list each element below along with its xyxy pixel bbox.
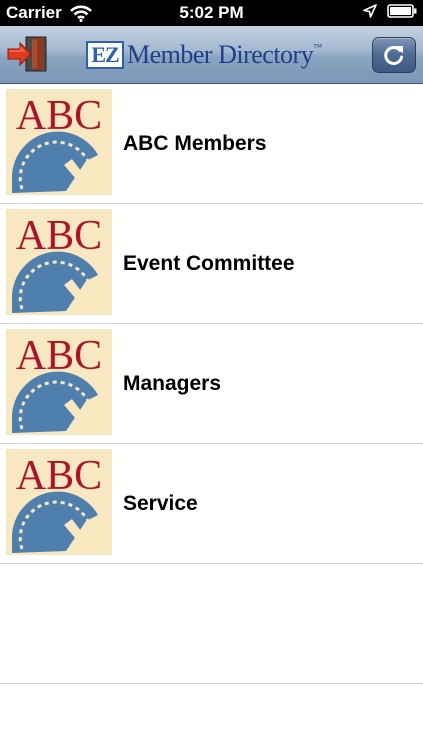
group-list: ABC ABC Members ABC Event Committee ABC … xyxy=(0,84,423,684)
list-item[interactable]: ABC Managers xyxy=(0,324,423,444)
status-time: 5:02 PM xyxy=(179,3,244,22)
list-item-label: Event Committee xyxy=(123,251,295,275)
status-bar: Carrier 5:02 PM xyxy=(0,0,423,26)
list-item[interactable]: ABC ABC Members xyxy=(0,84,423,204)
ez-logo-box: EZ xyxy=(86,41,124,69)
location-icon xyxy=(363,4,377,18)
app-title-text: Member Directory xyxy=(127,40,314,69)
refresh-button[interactable] xyxy=(372,37,416,73)
abc-logo-thumbnail: ABC xyxy=(6,209,112,315)
status-right xyxy=(363,4,417,18)
trademark-mark: ™ xyxy=(313,42,322,52)
abc-logo-thumbnail: ABC xyxy=(6,329,112,435)
navigation-bar: EZ Member Directory™ xyxy=(0,26,423,84)
empty-row xyxy=(0,564,423,684)
exit-button[interactable] xyxy=(6,34,48,74)
app-title: Member Directory™ xyxy=(127,40,322,70)
app-logo: EZ Member Directory™ xyxy=(86,38,322,72)
list-item[interactable]: ABC Service xyxy=(0,444,423,564)
list-item-label: Service xyxy=(123,491,198,515)
list-item-label: Managers xyxy=(123,371,222,395)
abc-logo-thumbnail: ABC xyxy=(6,449,112,555)
list-item[interactable]: ABC Event Committee xyxy=(0,204,423,324)
list-item-label: ABC Members xyxy=(123,131,267,155)
abc-logo-thumbnail: ABC xyxy=(6,89,112,195)
battery-icon xyxy=(387,4,417,18)
refresh-icon xyxy=(384,46,404,65)
